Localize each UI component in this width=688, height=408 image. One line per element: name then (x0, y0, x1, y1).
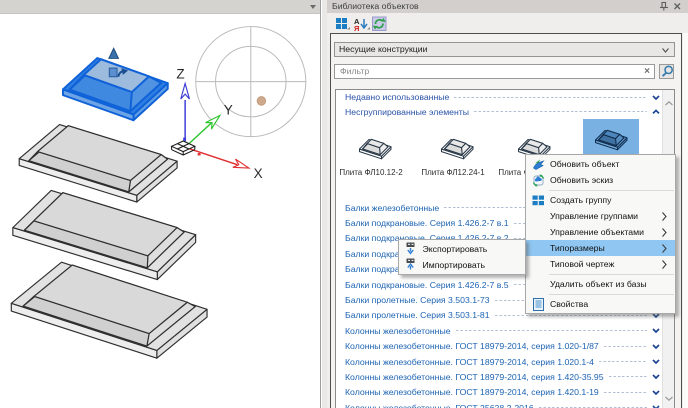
svg-text:Y: Y (224, 102, 233, 117)
svg-text:Z: Z (176, 67, 184, 82)
svg-text:Я: Я (354, 24, 359, 33)
svg-text:X: X (254, 166, 263, 181)
